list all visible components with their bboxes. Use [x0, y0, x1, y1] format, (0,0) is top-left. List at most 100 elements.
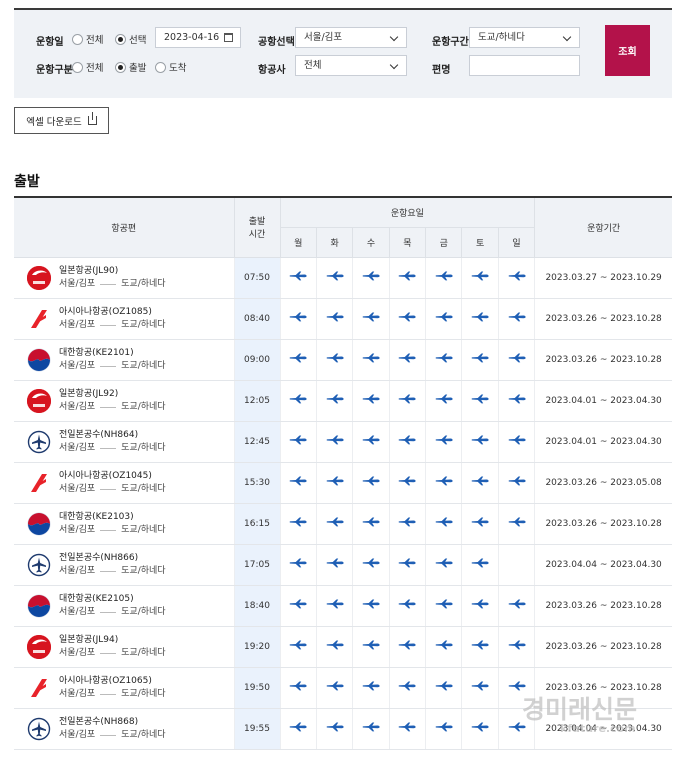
flight-name: 일본항공(JL90)	[59, 265, 119, 276]
day-operating	[425, 626, 463, 668]
day-operating	[461, 626, 499, 668]
airplane-icon	[399, 681, 416, 691]
airplane-icon	[471, 681, 489, 691]
day-operating	[425, 421, 463, 463]
day-operating	[425, 544, 463, 586]
airplane-icon	[362, 599, 380, 609]
jal-logo-icon	[27, 634, 51, 659]
excel-download-button[interactable]: 엑셀 다운로드	[14, 107, 109, 134]
airplane-icon	[326, 476, 344, 486]
airplane-icon	[399, 517, 416, 527]
day-operating	[388, 380, 427, 422]
route-dash	[100, 447, 117, 449]
route-from: 서울/김포	[59, 688, 96, 699]
day-operating	[425, 462, 463, 504]
route-to: 도교/하네다	[121, 647, 166, 658]
day-operating	[315, 298, 354, 340]
korean-air-logo-icon	[27, 594, 51, 618]
flight-info: 전일본공수(NH866) 서울/김포 도교/하네다	[14, 545, 234, 585]
airplane-icon	[289, 394, 307, 404]
day-operating	[461, 544, 499, 586]
day-operating	[352, 708, 390, 750]
flight-cell: 아시아나항공(OZ1045) 서울/김포 도교/하네다	[14, 462, 235, 504]
day-operating	[279, 421, 317, 463]
day-operating	[315, 585, 354, 627]
airplane-icon	[435, 722, 453, 732]
route-from: 서울/김포	[59, 483, 96, 494]
radio-circle	[72, 61, 83, 73]
airplane-icon	[435, 435, 453, 445]
korean-air-logo-icon	[27, 348, 51, 372]
airplane-icon	[362, 476, 380, 486]
header-day: 수	[352, 227, 390, 258]
calendar-icon[interactable]	[224, 33, 233, 42]
flight-route: 서울/김포 도교/하네다	[59, 483, 166, 496]
route-dash	[100, 693, 117, 695]
flight-cell: 대한항공(KE2103) 서울/김포 도교/하네다	[14, 503, 235, 545]
date-select-radio[interactable]: 선택	[115, 32, 146, 46]
chevron-down-icon	[389, 60, 399, 70]
day-operating	[388, 544, 427, 586]
day-operating	[315, 708, 354, 750]
radio-circle	[155, 61, 166, 73]
direction-departure-radio[interactable]: 출발	[115, 60, 146, 74]
search-button[interactable]: 조회	[605, 25, 650, 76]
day-operating	[279, 708, 317, 750]
direction-arrival-radio[interactable]: 도착	[155, 60, 186, 74]
airplane-icon	[399, 271, 416, 281]
flight-info: 대한항공(KE2105) 서울/김포 도교/하네다	[14, 586, 234, 626]
direction-all-radio[interactable]: 전체	[72, 60, 103, 74]
flight-number-input[interactable]	[469, 55, 580, 76]
flight-cell: 아시아나항공(OZ1065) 서울/김포 도교/하네다	[14, 667, 235, 709]
header-airline: 항공편	[14, 197, 235, 258]
flight-text: 전일본공수(NH866) 서울/김포 도교/하네다	[59, 552, 166, 578]
airplane-icon	[326, 271, 344, 281]
airplane-icon	[435, 394, 453, 404]
airline-logo	[27, 430, 51, 454]
airplane-icon	[435, 558, 453, 568]
airline-select[interactable]: 전체	[295, 55, 407, 76]
date-input[interactable]: 2023-04-16	[155, 27, 241, 48]
route-from: 서울/김포	[59, 319, 96, 330]
route-select[interactable]: 도교/하네다	[469, 27, 580, 48]
day-operating	[497, 257, 536, 299]
table-row: 일본항공(JL94) 서울/김포 도교/하네다 19:20 2023.03.26 ~ 2…	[14, 626, 672, 668]
route-from: 서울/김포	[59, 606, 96, 617]
airline-label: 항공사	[258, 65, 286, 76]
flight-text: 아시아나항공(OZ1085) 서울/김포 도교/하네다	[59, 306, 166, 332]
route-dash	[100, 324, 117, 326]
airplane-icon	[362, 640, 380, 650]
flight-info: 대한항공(KE2101) 서울/김포 도교/하네다	[14, 340, 234, 380]
route-from: 서울/김포	[59, 565, 96, 576]
route-dash	[100, 652, 117, 654]
table-row: 대한항공(KE2103) 서울/김포 도교/하네다 16:15 2023.03.26 ~…	[14, 503, 672, 545]
route-to: 도교/하네다	[121, 688, 166, 699]
asiana-logo-icon	[27, 307, 51, 331]
day-operating	[315, 257, 354, 299]
flight-name: 전일본공수(NH864)	[59, 429, 139, 440]
airplane-icon	[471, 476, 489, 486]
airplane-icon	[399, 640, 416, 650]
header-period: 운항기간	[534, 197, 672, 258]
airplane-icon	[362, 394, 380, 404]
airplane-icon	[399, 599, 416, 609]
airplane-icon	[289, 271, 307, 281]
table-row: 아시아나항공(OZ1085) 서울/김포 도교/하네다 08:40 2023.03.26…	[14, 298, 672, 340]
day-operating	[352, 462, 390, 504]
flight-info: 아시아나항공(OZ1085) 서울/김포 도교/하네다	[14, 299, 234, 339]
jal-logo-icon	[27, 265, 51, 290]
airport-select[interactable]: 서울/김포	[295, 27, 407, 48]
date-all-radio[interactable]: 전체	[72, 32, 103, 46]
airplane-icon	[326, 558, 344, 568]
header-day: 금	[425, 227, 463, 258]
airplane-icon	[508, 271, 526, 281]
airplane-icon	[289, 435, 307, 445]
route-dash	[100, 570, 117, 572]
route-to: 도교/하네다	[121, 729, 166, 740]
route-from: 서울/김포	[59, 524, 96, 535]
airplane-icon	[508, 476, 526, 486]
airplane-icon	[289, 681, 307, 691]
day-operating	[279, 298, 317, 340]
day-operating	[279, 462, 317, 504]
airline-logo	[27, 512, 51, 536]
